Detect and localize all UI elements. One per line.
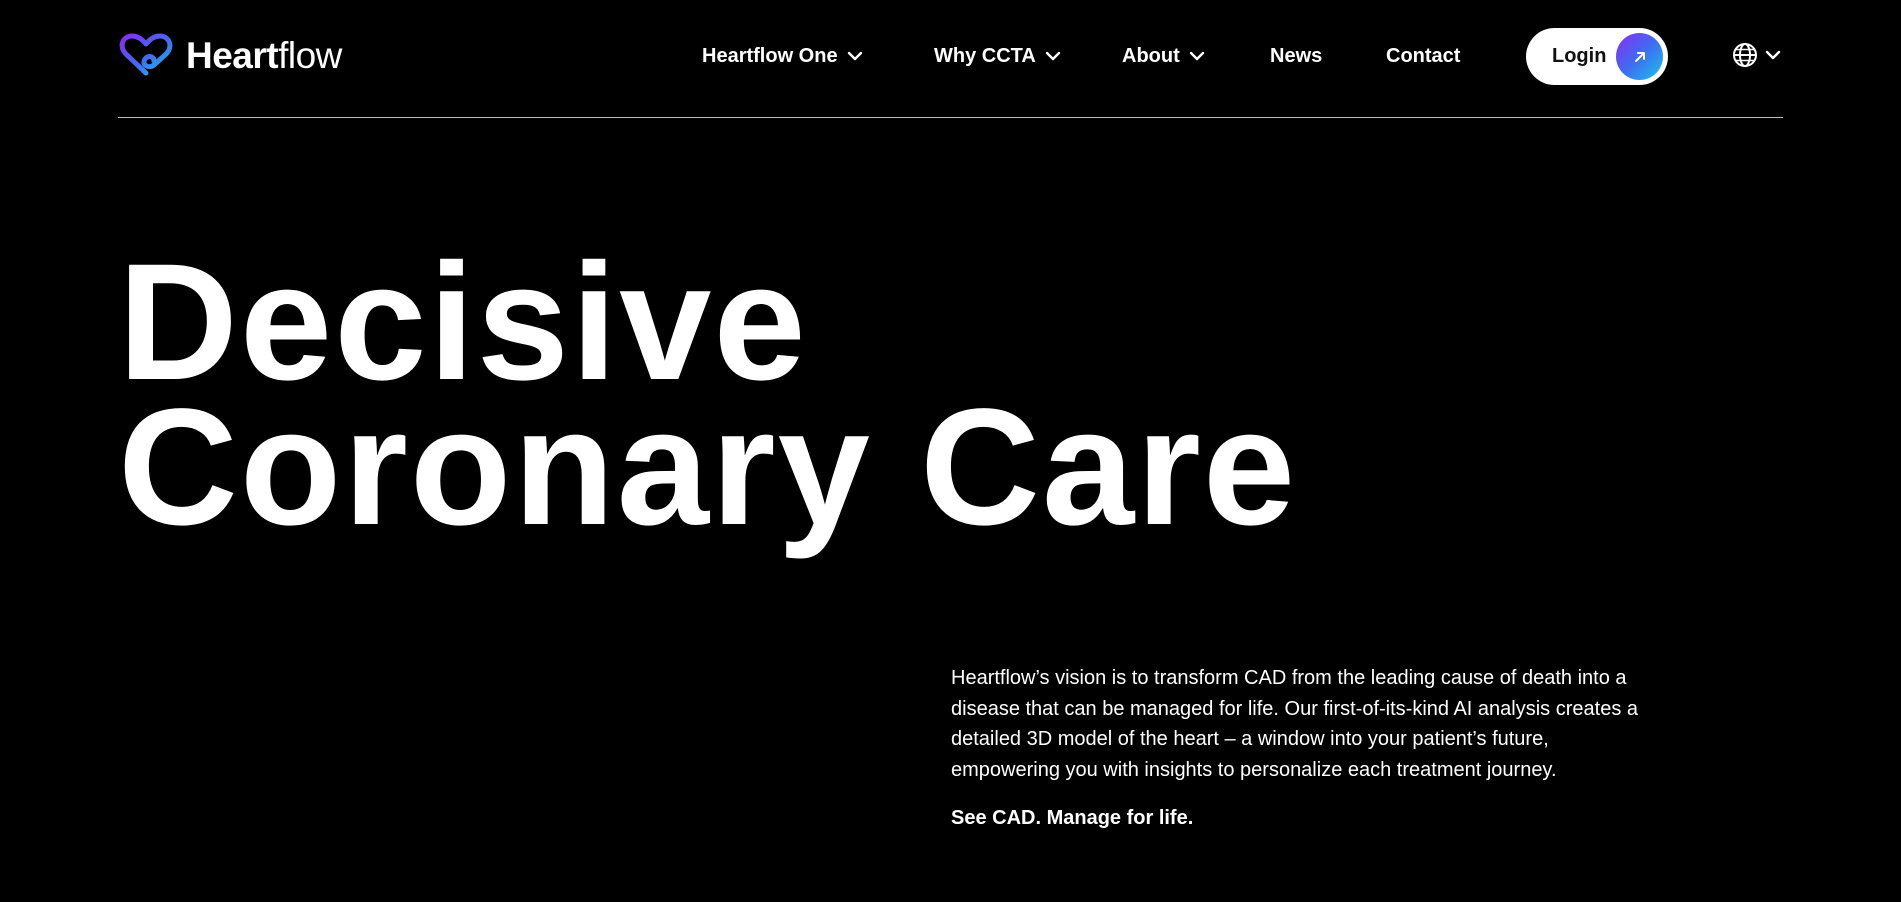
hero-description: Heartflow’s vision is to transform CAD f…: [951, 667, 1638, 781]
hero-title: Decisive Coronary Care: [118, 230, 1298, 560]
chevron-down-icon: [1765, 50, 1781, 60]
chevron-down-icon: [1189, 51, 1204, 61]
language-selector[interactable]: [1731, 40, 1781, 70]
nav-item-contact[interactable]: Contact: [1386, 26, 1460, 86]
nav-item-about[interactable]: About: [1122, 26, 1205, 86]
nav-label: Why CCTA: [934, 44, 1036, 67]
chevron-down-icon: [847, 51, 862, 61]
nav-label: News: [1270, 44, 1323, 67]
globe-icon: [1733, 43, 1757, 67]
nav-label: Heartflow One: [702, 44, 838, 67]
nav-item-news[interactable]: News: [1270, 26, 1322, 86]
hero-title-line-1: Decisive: [118, 230, 808, 415]
nav-label: Contact: [1386, 44, 1461, 67]
nav-item-heartflow-one[interactable]: Heartflow One: [702, 26, 863, 86]
login-button[interactable]: Login: [1526, 28, 1668, 85]
nav-label: About: [1122, 44, 1180, 67]
hero-copy: Heartflow’s vision is to transform CAD f…: [951, 663, 1641, 830]
hero-tagline: See CAD. Manage for life.: [951, 807, 1194, 829]
login-label: Login: [1552, 45, 1607, 67]
site-header: Heartflow Heartflow One Why CCTA About N…: [118, 0, 1783, 118]
arrow-up-right-icon: [1616, 33, 1663, 80]
hero-title-line-2: Coronary Care: [118, 375, 1298, 560]
nav-item-why-ccta[interactable]: Why CCTA: [934, 26, 1061, 86]
page: Heartflow Heartflow One Why CCTA About N…: [0, 0, 1901, 902]
chevron-down-icon: [1045, 51, 1061, 61]
